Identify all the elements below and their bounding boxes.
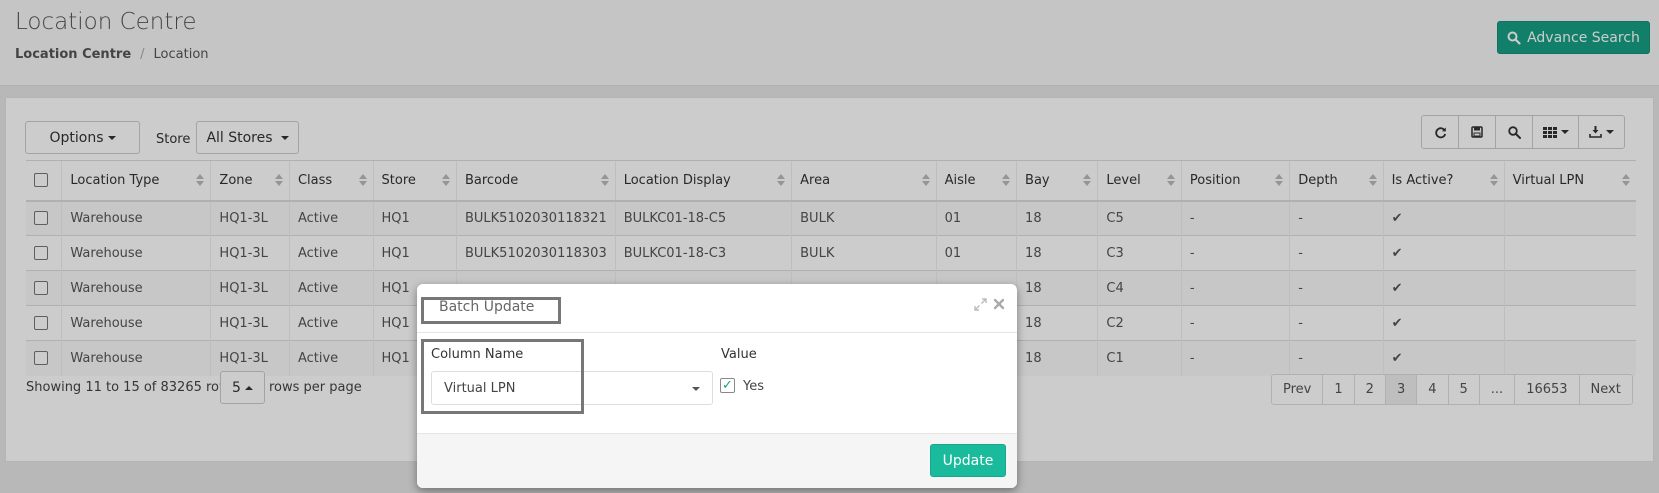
value-checkbox-label: Yes xyxy=(743,379,764,394)
highlight-box-column-name xyxy=(421,339,584,414)
update-button[interactable]: Update xyxy=(930,444,1006,477)
highlight-box-title xyxy=(421,297,561,324)
value-checkbox[interactable]: ✓ xyxy=(720,378,735,393)
close-icon[interactable] xyxy=(993,298,1005,310)
caret-down-icon xyxy=(692,387,700,391)
modal-footer xyxy=(417,433,1017,488)
batch-update-modal: Batch Update Column Name Virtual LPN Val… xyxy=(417,284,1017,488)
modal-controls xyxy=(974,298,1005,311)
value-label: Value xyxy=(721,347,757,362)
expand-icon[interactable] xyxy=(974,298,987,311)
